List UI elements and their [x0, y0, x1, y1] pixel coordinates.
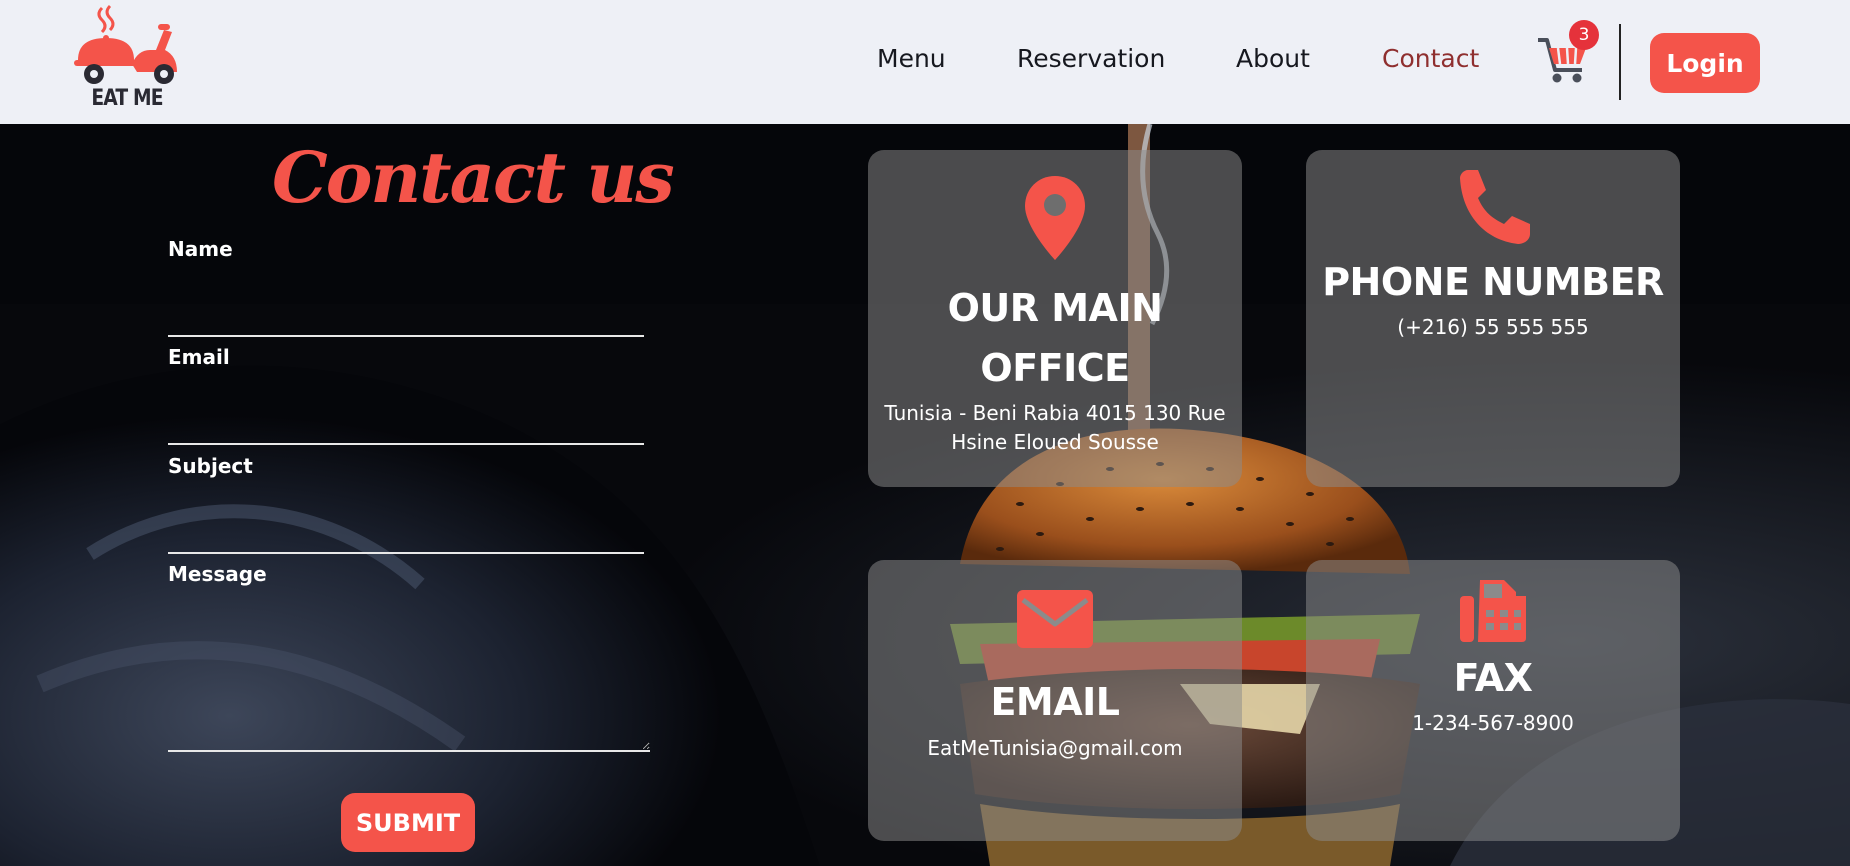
cart-button[interactable]: 3: [1536, 20, 1602, 86]
contact-title: Contact us: [272, 136, 675, 219]
phone-card: PHONE NUMBER (+216) 55 555 555: [1306, 150, 1680, 487]
cart-count-badge: 3: [1569, 20, 1599, 50]
header-divider: [1619, 24, 1621, 100]
phone-number: (+216) 55 555 555: [1397, 315, 1589, 339]
message-field[interactable]: [168, 598, 650, 752]
office-address-line2: Hsine Eloued Sousse: [951, 430, 1159, 454]
office-address-line1: Tunisia - Beni Rabia 4015 130 Rue: [884, 401, 1226, 425]
email-label: Email: [168, 345, 230, 369]
office-title-line1: OUR MAIN: [947, 286, 1163, 330]
site-header: EAT ME Menu Reservation About Contact 3 …: [0, 0, 1850, 124]
phone-title: PHONE NUMBER: [1322, 260, 1664, 304]
nav-item-menu[interactable]: Menu: [877, 44, 946, 73]
brand-name: EAT ME: [91, 86, 163, 111]
subject-label: Subject: [168, 454, 253, 478]
fax-icon: [1460, 580, 1526, 642]
nav-item-reservation[interactable]: Reservation: [1017, 44, 1165, 73]
nav-item-contact[interactable]: Contact: [1382, 44, 1479, 73]
login-button[interactable]: Login: [1650, 33, 1760, 93]
delivery-scooter-icon: [74, 4, 177, 84]
name-label: Name: [168, 237, 233, 261]
map-pin-icon: [1025, 176, 1085, 260]
office-title-line2: OFFICE: [980, 346, 1130, 390]
fax-number: 1-234-567-8900: [1412, 711, 1574, 735]
brand-logo[interactable]: EAT ME: [72, 4, 182, 116]
message-label: Message: [168, 562, 267, 586]
subject-field[interactable]: [168, 514, 644, 554]
email-card: EMAIL EatMeTunisia@gmail.com: [868, 560, 1242, 841]
office-card: OUR MAIN OFFICE Tunisia - Beni Rabia 401…: [868, 150, 1242, 487]
fax-title: FAX: [1453, 656, 1533, 700]
envelope-icon: [1017, 590, 1093, 648]
phone-icon: [1460, 170, 1530, 244]
nav-item-about[interactable]: About: [1236, 44, 1310, 73]
submit-button[interactable]: SUBMIT: [341, 793, 475, 852]
email-field[interactable]: [168, 405, 644, 445]
fax-card: FAX 1-234-567-8900: [1306, 560, 1680, 841]
email-title: EMAIL: [990, 680, 1120, 724]
name-field[interactable]: [168, 297, 644, 337]
email-address[interactable]: EatMeTunisia@gmail.com: [878, 733, 1232, 763]
